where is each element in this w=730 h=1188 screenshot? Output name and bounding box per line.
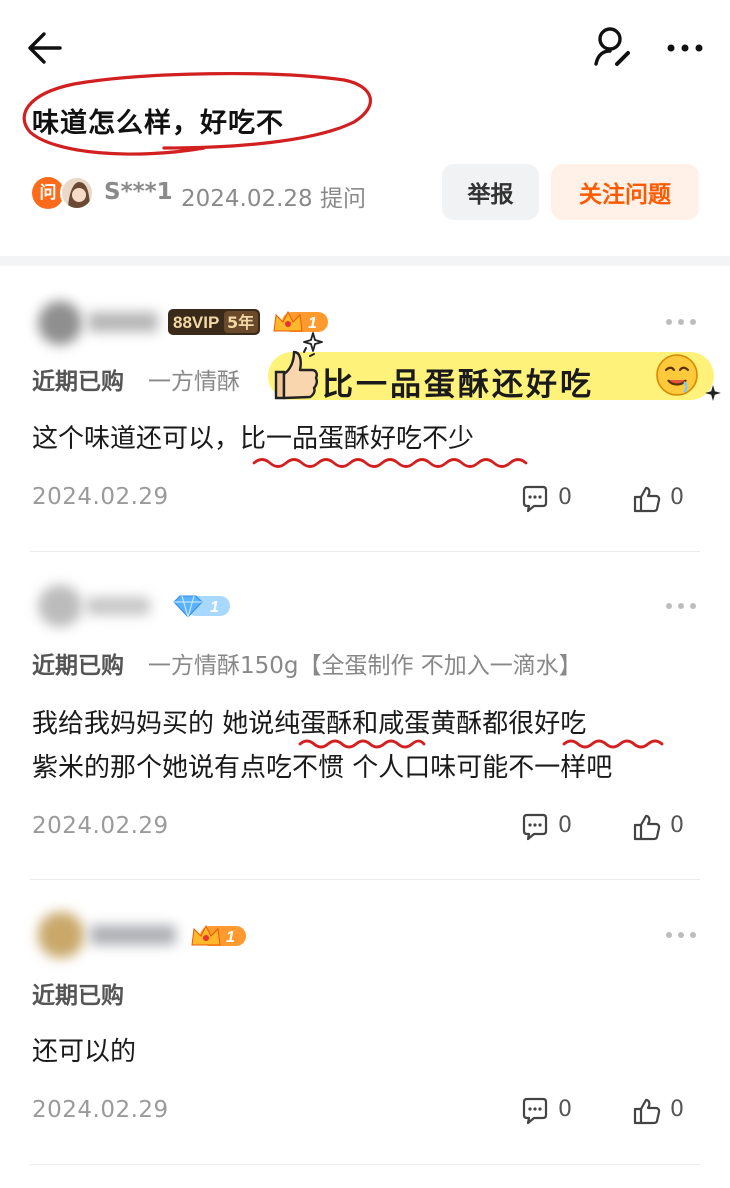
- back-arrow-icon: [28, 32, 62, 64]
- recent-purchase-label: 近期已购: [32, 983, 124, 1009]
- more-button[interactable]: [664, 28, 708, 68]
- answer-date: 2024.02.29: [32, 813, 169, 839]
- comment-count: 0: [558, 813, 572, 838]
- asked-date: 2024.02.28 提问: [181, 186, 366, 212]
- like-count: 0: [670, 1097, 684, 1122]
- asker-name[interactable]: S***1: [104, 179, 173, 205]
- crown-icon: 1: [191, 924, 246, 946]
- thumbs-up-icon: [633, 486, 661, 513]
- thumbs-up-icon: [633, 1098, 661, 1125]
- thumbs-up-sticker-icon: [274, 347, 319, 400]
- vip-badge: 88VIP 5年: [168, 309, 260, 335]
- answer-divider: [30, 551, 700, 552]
- like-count: 0: [670, 485, 684, 510]
- svg-text:1: 1: [210, 599, 219, 616]
- comment-icon: [522, 485, 548, 513]
- comment-button[interactable]: 0: [520, 484, 580, 516]
- product-label: 一方情酥150g【全蛋制作 不加入一滴水】: [148, 653, 582, 679]
- comment-button[interactable]: 0: [520, 1096, 580, 1128]
- top-bar: [0, 0, 730, 96]
- red-wavy-underline: [298, 739, 426, 749]
- back-button[interactable]: [22, 26, 70, 70]
- answerer-avatar[interactable]: [38, 585, 82, 627]
- asker-avatar[interactable]: [60, 176, 94, 210]
- thumbs-up-icon: [633, 814, 661, 841]
- answer-date: 2024.02.29: [32, 1097, 169, 1123]
- like-button[interactable]: 0: [632, 1096, 692, 1128]
- answer-text: 这个味道还可以，比一品蛋酥好吃不少: [32, 424, 475, 454]
- diamond-icon: 1: [173, 595, 230, 619]
- answerer-avatar[interactable]: [38, 912, 84, 958]
- answer-divider: [30, 879, 700, 880]
- answerer-avatar[interactable]: [38, 301, 82, 345]
- sparkle-icon: [705, 385, 721, 401]
- answerer-name[interactable]: [88, 312, 158, 332]
- answer-date: 2024.02.29: [32, 484, 169, 510]
- comment-icon: [522, 1097, 548, 1125]
- svg-text:1: 1: [308, 315, 317, 332]
- person-edit-icon: [594, 27, 630, 66]
- red-wavy-underline: [252, 458, 528, 468]
- svg-text:1: 1: [226, 929, 235, 946]
- recent-purchase-label: 近期已购: [32, 369, 124, 395]
- answer-divider: [30, 1164, 700, 1165]
- comment-count: 0: [558, 485, 572, 510]
- like-button[interactable]: 0: [632, 484, 692, 516]
- product-label: 一方情酥: [148, 369, 240, 395]
- asker-row: 问 S***1 2024.02.28 提问 举报 关注问题: [30, 164, 710, 220]
- answer-more-icon[interactable]: [664, 315, 698, 329]
- section-divider: [0, 256, 730, 266]
- like-button[interactable]: 0: [632, 812, 692, 844]
- drooling-emoji-icon: [656, 354, 698, 396]
- report-button[interactable]: 举报: [442, 164, 539, 220]
- answerer-name[interactable]: [86, 597, 150, 615]
- comment-button[interactable]: 0: [520, 812, 580, 844]
- red-wavy-underline: [562, 739, 664, 749]
- svg-text:5年: 5年: [227, 313, 254, 332]
- like-count: 0: [670, 813, 684, 838]
- sparkle-icon: [303, 332, 323, 352]
- more-icon: [667, 44, 703, 52]
- comment-count: 0: [558, 1097, 572, 1122]
- answerer-name[interactable]: [90, 925, 176, 945]
- sticker-text: 比一品蛋酥还好吃: [322, 367, 594, 403]
- follow-question-button[interactable]: 关注问题: [551, 164, 699, 220]
- comment-icon: [522, 813, 548, 841]
- answer-text: 紫米的那个她说有点吃不惯 个人口味可能不一样吧: [32, 753, 613, 783]
- ask-question-button[interactable]: [590, 24, 636, 70]
- svg-text:88VIP: 88VIP: [173, 313, 219, 332]
- answer-more-icon[interactable]: [664, 599, 698, 613]
- question-title: 味道怎么样，好吃不: [32, 108, 284, 139]
- answer-text: 还可以的: [32, 1037, 137, 1067]
- answer-more-icon[interactable]: [664, 928, 698, 942]
- recent-purchase-label: 近期已购: [32, 653, 124, 679]
